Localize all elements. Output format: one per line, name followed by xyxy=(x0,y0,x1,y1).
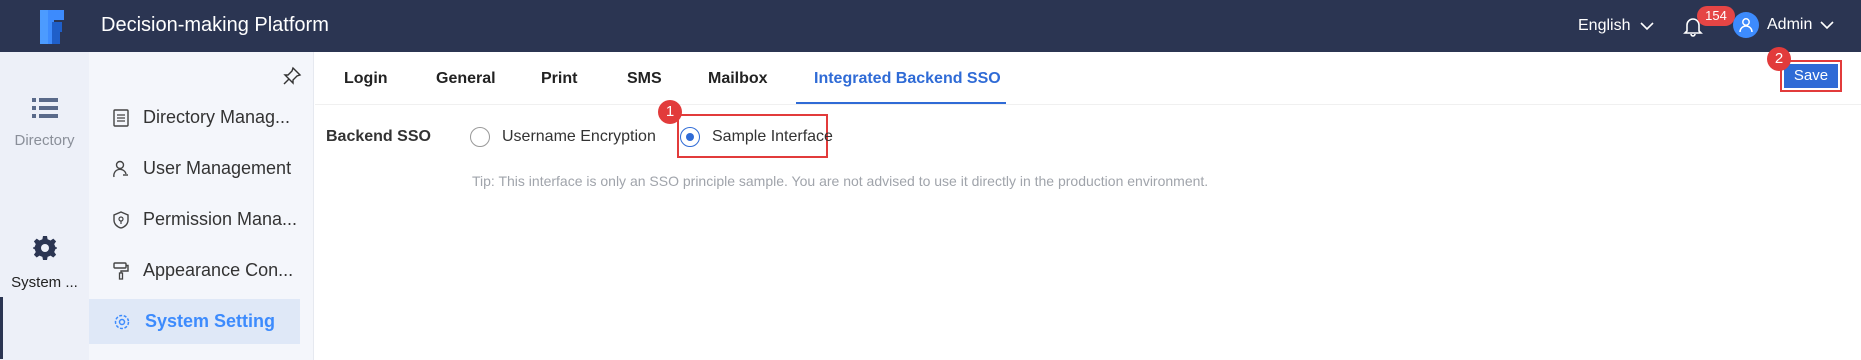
gear-icon xyxy=(114,314,130,329)
radio-sample-interface[interactable]: Sample Interface xyxy=(680,127,833,147)
user-name: Admin xyxy=(1767,16,1813,33)
settings-menu: Directory Manag... User Management Permi… xyxy=(89,52,314,360)
radio-circle xyxy=(470,127,490,147)
pin-icon[interactable] xyxy=(282,66,302,86)
menu-item-directory-management[interactable]: Directory Manag... xyxy=(89,95,300,140)
rail-item-system[interactable]: System ... xyxy=(0,235,89,291)
paint-roller-icon xyxy=(113,261,129,280)
menu-item-label: Appearance Con... xyxy=(143,260,294,280)
tab-mailbox[interactable]: Mailbox xyxy=(708,70,768,88)
tab-print[interactable]: Print xyxy=(541,70,577,88)
language-label: English xyxy=(1578,17,1631,34)
rail-item-label: System ... xyxy=(11,274,78,291)
menu-item-system-setting[interactable]: System Setting xyxy=(89,299,300,344)
menu-item-label: User Management xyxy=(143,158,292,178)
menu-item-permission-management[interactable]: Permission Mana... xyxy=(89,197,300,242)
app-title: Decision-making Platform xyxy=(101,14,329,36)
backend-sso-label: Backend SSO xyxy=(326,128,431,145)
chevron-down-icon xyxy=(1640,22,1655,31)
rail-item-label: Directory xyxy=(14,132,75,149)
menu-item-label: Directory Manag... xyxy=(143,107,291,127)
tab-general[interactable]: General xyxy=(436,70,496,88)
language-selector[interactable]: English xyxy=(1578,17,1655,35)
settings-tabs: Login General Print SMS Mailbox Integrat… xyxy=(315,52,1861,105)
user-menu[interactable]: Admin xyxy=(1733,12,1834,38)
document-list-icon xyxy=(113,108,129,127)
shield-icon xyxy=(113,210,129,229)
step-1-badge: 1 xyxy=(658,100,682,124)
chevron-down-icon xyxy=(1820,21,1834,30)
menu-item-label: Permission Mana... xyxy=(143,209,298,229)
radio-username-encryption[interactable]: Username Encryption xyxy=(470,127,656,147)
radio-circle xyxy=(680,127,700,147)
rail-item-directory[interactable]: Directory xyxy=(0,97,89,149)
notification-badge: 154 xyxy=(1697,6,1735,26)
menu-item-label: System Setting xyxy=(145,311,276,331)
gear-icon xyxy=(32,236,57,260)
top-header: Decision-making Platform English 154 Adm… xyxy=(0,0,1861,52)
icon-rail: Directory System ... xyxy=(0,52,89,360)
radio-label: Sample Interface xyxy=(712,128,833,145)
menu-item-appearance-configuration[interactable]: Appearance Con... xyxy=(89,248,300,293)
rail-active-indicator xyxy=(0,297,3,359)
tab-integrated-backend-sso[interactable]: Integrated Backend SSO xyxy=(814,70,1001,88)
step-2-badge: 2 xyxy=(1767,47,1791,71)
tip-text: Tip: This interface is only an SSO princ… xyxy=(472,173,1209,189)
radio-label: Username Encryption xyxy=(502,128,656,145)
user-avatar-icon xyxy=(1739,18,1753,33)
save-button[interactable]: Save xyxy=(1784,64,1838,88)
tab-sms[interactable]: SMS xyxy=(627,70,662,88)
divider xyxy=(315,104,1861,105)
menu-item-user-management[interactable]: User Management xyxy=(89,146,300,191)
platform-logo xyxy=(40,10,64,44)
user-icon xyxy=(113,160,128,177)
tab-login[interactable]: Login xyxy=(344,70,388,88)
list-icon xyxy=(31,98,58,118)
avatar xyxy=(1733,12,1759,38)
